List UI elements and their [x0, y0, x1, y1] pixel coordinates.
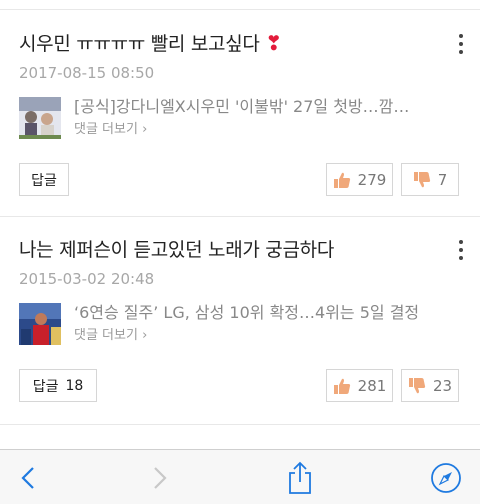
more-options-icon[interactable] — [458, 240, 464, 260]
thumbs-down-icon — [408, 377, 426, 393]
thumbs-down-icon — [413, 171, 430, 187]
dislike-button[interactable]: 7 — [401, 163, 459, 196]
chevron-right-icon: › — [142, 328, 148, 343]
comments-page: 시우민 ㅠㅠㅠㅠ 빨리 보고싶다 ❣ 2017-08-15 08:50 [공식]… — [0, 0, 480, 504]
article-thumbnail[interactable] — [19, 97, 61, 139]
browser-toolbar — [0, 449, 480, 504]
divider — [0, 424, 480, 425]
like-button[interactable]: 279 — [326, 163, 393, 196]
compass-button[interactable] — [424, 450, 468, 504]
divider — [0, 216, 480, 217]
heart-emoji: ❣ — [265, 31, 282, 55]
comment-date: 2015-03-02 20:48 — [19, 270, 155, 288]
article-title[interactable]: [공식]강다니엘X시우민 '이불밖' 27일 첫방…깜… — [74, 96, 466, 118]
compass-icon — [431, 462, 461, 493]
reply-button[interactable]: 답글 18 — [19, 369, 97, 402]
comment-text: 나는 제퍼슨이 듣고있던 노래가 궁금하다 — [19, 239, 335, 261]
forward-button[interactable] — [142, 450, 178, 504]
reply-button[interactable]: 답글 — [19, 163, 69, 196]
back-button[interactable] — [10, 450, 46, 504]
thumbs-up-icon — [333, 172, 350, 188]
more-comments-link[interactable]: 댓글 더보기 › — [74, 327, 147, 345]
chevron-left-icon — [21, 466, 34, 489]
article-title[interactable]: ‘6연승 질주’ LG, 삼성 10위 확정…4위는 5일 결정 — [74, 302, 466, 324]
more-options-icon[interactable] — [458, 34, 464, 54]
comment-date: 2017-08-15 08:50 — [19, 64, 155, 82]
dislike-button[interactable]: 23 — [401, 369, 459, 402]
like-button[interactable]: 281 — [326, 369, 393, 402]
chevron-right-icon: › — [142, 122, 148, 137]
share-icon — [289, 461, 311, 494]
thumbs-up-icon — [333, 378, 350, 394]
divider — [0, 9, 480, 10]
share-button[interactable] — [280, 450, 320, 504]
comment-text: 시우민 ㅠㅠㅠㅠ 빨리 보고싶다 ❣ — [19, 31, 282, 55]
chevron-right-icon — [154, 466, 167, 489]
article-thumbnail[interactable] — [19, 303, 61, 345]
more-comments-link[interactable]: 댓글 더보기 › — [74, 121, 147, 139]
